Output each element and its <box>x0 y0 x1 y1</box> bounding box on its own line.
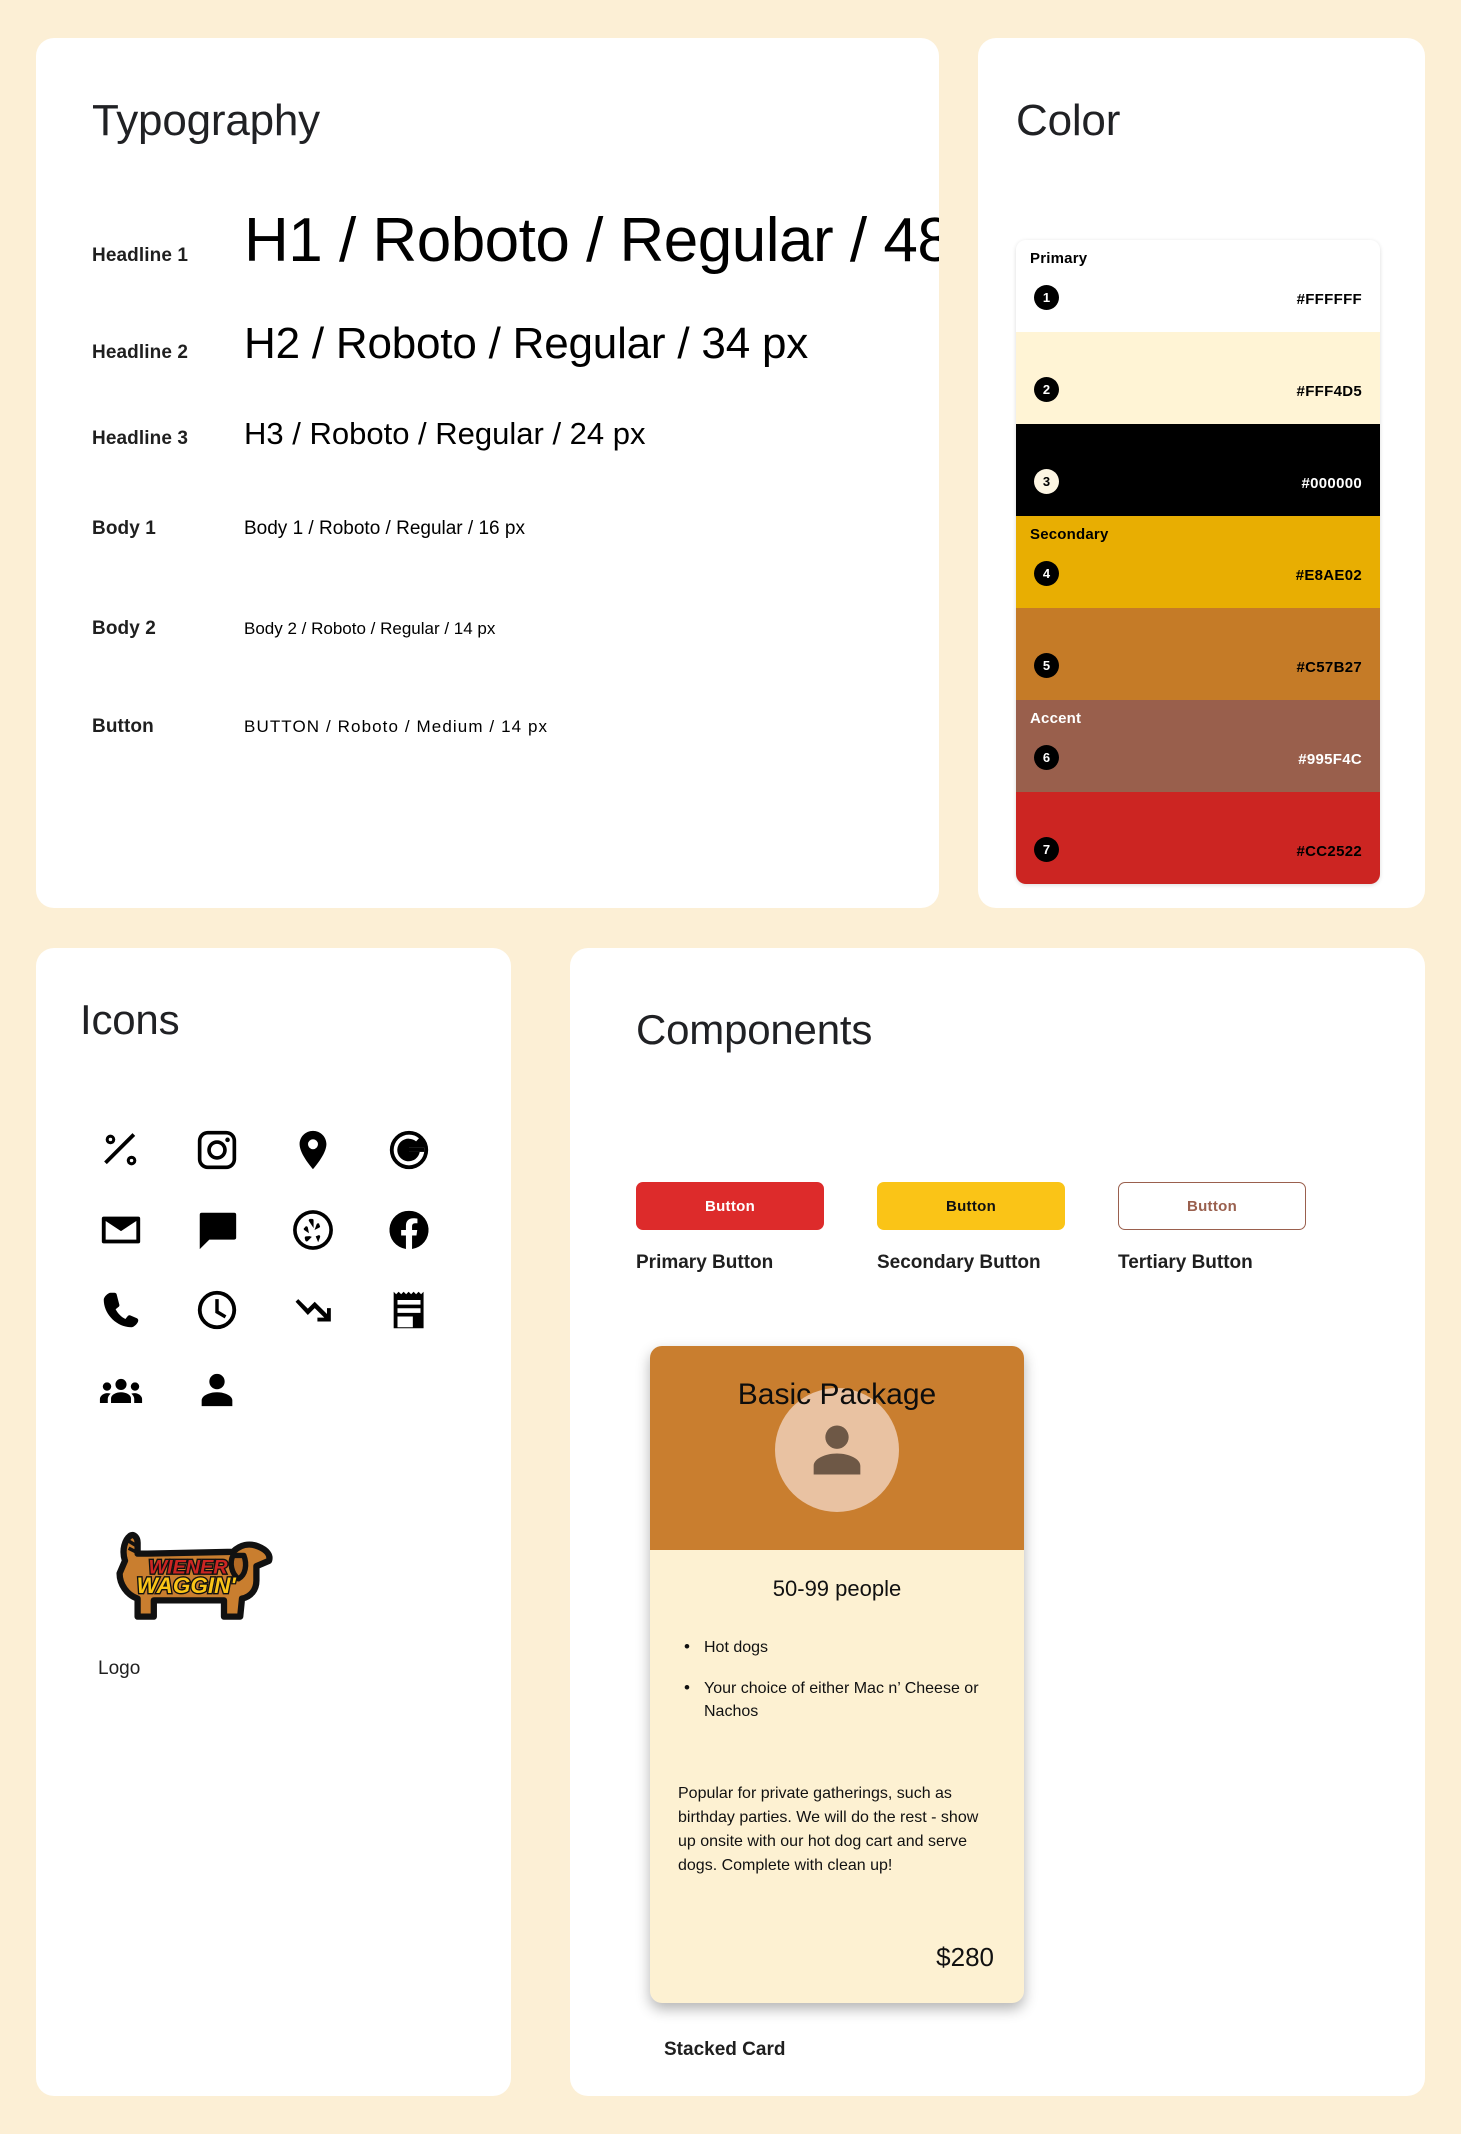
stacked-card-price: $280 <box>936 1941 994 1972</box>
typography-row: Body 1 Body 1 / Roboto / Regular / 16 px <box>92 518 883 558</box>
color-swatch[interactable]: Secondary 4 #E8AE02 <box>1016 516 1380 608</box>
typography-row-label: Headline 2 <box>92 342 189 363</box>
design-system-page: Typography Headline 1 H1 / Roboto / Regu… <box>0 0 1461 2134</box>
primary-button[interactable]: Button <box>636 1182 824 1230</box>
typography-row: Headline 3 H3 / Roboto / Regular / 24 px <box>92 418 883 458</box>
typography-row: Button BUTTON / Roboto / Medium / 14 px <box>92 716 883 756</box>
typography-title: Typography <box>92 96 320 145</box>
location-pin-icon[interactable] <box>290 1110 386 1190</box>
stacked-card-feature-list: Hot dogs Your choice of either Mac n’ Ch… <box>676 1635 998 1724</box>
color-swatch-hex: #995F4C <box>1298 751 1362 768</box>
phone-icon[interactable] <box>98 1270 194 1350</box>
wiener-waggin-logo: WIENER WAGGIN' <box>116 1532 273 1620</box>
color-swatch-number: 1 <box>1034 285 1059 310</box>
google-g-icon[interactable] <box>386 1110 482 1190</box>
components-title: Components <box>636 1006 873 1053</box>
typography-row: Body 2 Body 2 / Roboto / Regular / 14 px <box>92 618 883 658</box>
typography-row-sample: H2 / Roboto / Regular / 34 px <box>244 319 809 368</box>
color-swatch-number: 7 <box>1034 837 1059 862</box>
list-item: Your choice of either Mac n’ Cheese or N… <box>682 1676 998 1723</box>
primary-button-caption: Primary Button <box>636 1252 774 1273</box>
typography-row-label: Headline 1 <box>92 245 189 266</box>
color-swatch-number: 2 <box>1034 377 1059 402</box>
typography-row-label: Body 1 <box>92 518 156 539</box>
stacked-card-description: Popular for private gatherings, such as … <box>678 1784 979 1874</box>
tertiary-button-caption: Tertiary Button <box>1118 1252 1253 1273</box>
yelp-icon[interactable] <box>290 1190 386 1270</box>
typography-panel: Typography Headline 1 H1 / Roboto / Regu… <box>36 38 939 908</box>
groups-icon[interactable] <box>98 1350 194 1430</box>
secondary-button-caption: Secondary Button <box>877 1252 1041 1273</box>
icons-title: Icons <box>80 996 180 1043</box>
logo-block: WIENER WAGGIN' Logo <box>98 1522 467 1680</box>
color-swatch-group: Primary <box>1030 250 1088 267</box>
color-swatch[interactable]: 7 #CC2522 <box>1016 792 1380 884</box>
color-panel: Color Primary 1 #FFFFFF 2 #FFF4D5 3 #000… <box>978 38 1425 908</box>
stacked-card-title: Basic Package <box>737 1378 937 1411</box>
typography-row-sample: H1 / Roboto / Regular / 48 px <box>244 206 939 275</box>
stacked-card-caption: Stacked Card <box>664 2038 786 2060</box>
button-showcase: Button Primary Button Button Secondary B… <box>636 1182 1359 1274</box>
color-swatch-group: Accent <box>1030 710 1082 727</box>
list-item: Hot dogs <box>682 1635 998 1660</box>
color-swatch-hex: #E8AE02 <box>1295 567 1362 584</box>
instagram-icon[interactable] <box>194 1110 290 1190</box>
color-swatch-number: 6 <box>1034 745 1059 770</box>
typography-row: Headline 1 H1 / Roboto / Regular / 48 px <box>92 210 939 272</box>
color-swatch-number: 4 <box>1034 561 1059 586</box>
logo-caption: Logo <box>98 1658 141 1679</box>
chat-bubble-icon[interactable] <box>194 1190 290 1270</box>
color-swatch-number: 5 <box>1034 653 1059 678</box>
typography-row: Headline 2 H2 / Roboto / Regular / 34 px <box>92 322 883 366</box>
stacked-card-header: Basic Package <box>650 1346 1024 1550</box>
color-swatch[interactable]: Primary 1 #FFFFFF <box>1016 240 1380 332</box>
typography-row-label: Body 2 <box>92 618 156 639</box>
typography-row-sample: Body 1 / Roboto / Regular / 16 px <box>244 518 525 539</box>
typography-row-label: Button <box>92 716 154 737</box>
color-swatch[interactable]: 3 #000000 <box>1016 424 1380 516</box>
logo-word-bottom: WAGGIN' <box>137 1573 237 1598</box>
stacked-card-showcase: Basic Package 50-99 people Hot dogs Your… <box>650 1346 1359 2061</box>
icon-grid <box>98 1110 467 1430</box>
typography-row-sample: H3 / Roboto / Regular / 24 px <box>244 416 646 451</box>
typography-rows: Headline 1 H1 / Roboto / Regular / 48 px… <box>92 210 939 756</box>
facebook-icon[interactable] <box>386 1190 482 1270</box>
typography-row-sample: BUTTON / Roboto / Medium / 14 px <box>244 717 549 736</box>
color-swatch-hex: #000000 <box>1301 475 1362 492</box>
receipt-icon[interactable] <box>386 1270 482 1350</box>
typography-row-sample: Body 2 / Roboto / Regular / 14 px <box>244 619 496 638</box>
color-swatch-hex: #C57B27 <box>1296 659 1362 676</box>
stacked-card-capacity: 50-99 people <box>772 1576 902 1601</box>
typography-row-label: Headline 3 <box>92 428 189 449</box>
color-swatch-hex: #FFF4D5 <box>1296 383 1362 400</box>
color-swatch-hex: #FFFFFF <box>1296 291 1362 308</box>
secondary-button[interactable]: Button <box>877 1182 1065 1230</box>
color-title: Color <box>1016 96 1121 145</box>
percent-icon[interactable] <box>98 1110 194 1190</box>
icons-panel: Icons WIENER WAGGIN' Logo <box>36 948 511 2096</box>
color-swatch-hex: #CC2522 <box>1296 843 1362 860</box>
stacked-card-body: 50-99 people Hot dogs Your choice of eit… <box>650 1550 1024 2003</box>
secondary-button-group: Button Secondary Button <box>877 1182 1118 1274</box>
color-swatch-group: Secondary <box>1030 526 1109 543</box>
stacked-card[interactable]: Basic Package 50-99 people Hot dogs Your… <box>650 1346 1024 2003</box>
tertiary-button-group: Button Tertiary Button <box>1118 1182 1359 1274</box>
color-swatch-stack: Primary 1 #FFFFFF 2 #FFF4D5 3 #000000 Se… <box>1016 240 1380 884</box>
color-swatch[interactable]: Accent 6 #995F4C <box>1016 700 1380 792</box>
trending-down-icon[interactable] <box>290 1270 386 1350</box>
tertiary-button[interactable]: Button <box>1118 1182 1306 1230</box>
clock-icon[interactable] <box>194 1270 290 1350</box>
color-swatch[interactable]: 5 #C57B27 <box>1016 608 1380 700</box>
person-icon[interactable] <box>194 1350 290 1430</box>
components-panel: Components Button Primary Button Button … <box>570 948 1425 2096</box>
mail-icon[interactable] <box>98 1190 194 1270</box>
primary-button-group: Button Primary Button <box>636 1182 877 1274</box>
color-swatch[interactable]: 2 #FFF4D5 <box>1016 332 1380 424</box>
color-swatch-number: 3 <box>1034 469 1059 494</box>
